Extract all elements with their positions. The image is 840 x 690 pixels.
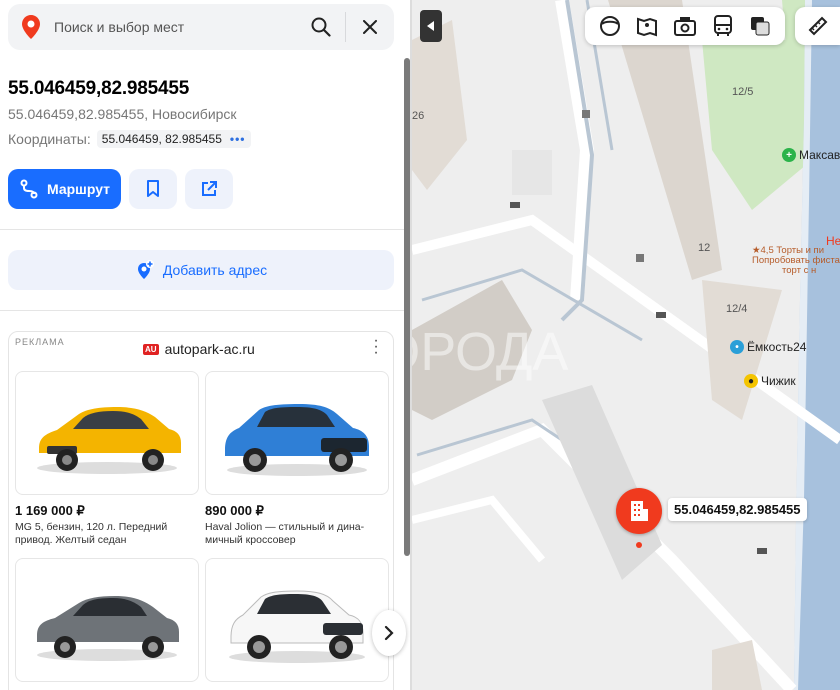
building-number: 26 bbox=[412, 110, 425, 122]
building-number: 12/4 bbox=[726, 303, 748, 315]
poi-emkost[interactable]: • Ёмкость24 bbox=[730, 340, 806, 354]
marker-label[interactable]: 55.046459,82.985455 bbox=[668, 498, 807, 521]
coordinates-value: 55.046459, 82.985455 bbox=[101, 132, 222, 146]
ad-card[interactable] bbox=[205, 558, 389, 682]
search-icon bbox=[311, 17, 331, 37]
people-icon bbox=[637, 17, 658, 37]
place-subtitle: 55.046459,82.985455, Новосибирск bbox=[8, 106, 237, 122]
ad-card[interactable] bbox=[15, 558, 199, 682]
place-panel: Поиск и выбор мест 55.046459,82.985455 5… bbox=[0, 0, 410, 690]
divider bbox=[0, 229, 405, 230]
car-image bbox=[15, 371, 199, 495]
bus-icon bbox=[713, 15, 732, 36]
route-button-label: Маршрут bbox=[46, 181, 111, 197]
ad-brand-link[interactable]: AU autopark-ac.ru bbox=[143, 341, 255, 357]
coordinates-row: Координаты: 55.046459, 82.985455 ••• bbox=[8, 130, 251, 148]
place-title: 55.046459,82.985455 bbox=[8, 78, 190, 99]
add-address-button[interactable]: Добавить адрес bbox=[8, 250, 394, 290]
poi-label: Ёмкость24 bbox=[747, 340, 807, 354]
ad-card[interactable]: 890 000 ₽ Haval Jolion — стильный и дина… bbox=[205, 371, 389, 547]
map-watermark: ГОРОДА bbox=[412, 322, 568, 382]
divider bbox=[0, 310, 405, 311]
panorama-button[interactable] bbox=[596, 12, 624, 40]
ad-card-price: 890 000 ₽ bbox=[205, 503, 264, 518]
poi-label: Чижик bbox=[761, 374, 796, 388]
poi-torty[interactable]: ★4,5 Торты и пи Попробовать фиста торт с… bbox=[752, 246, 840, 276]
collapse-panel-button[interactable] bbox=[420, 10, 442, 42]
coordinates-chip[interactable]: 55.046459, 82.985455 ••• bbox=[96, 130, 251, 148]
layers-icon bbox=[751, 17, 770, 36]
location-marker[interactable] bbox=[616, 488, 662, 534]
poi-chizhik[interactable]: ● Чижик bbox=[744, 374, 796, 388]
building-number: 12 bbox=[698, 242, 711, 254]
ad-card-price: 1 169 000 ₽ bbox=[15, 503, 85, 518]
car-image bbox=[15, 558, 199, 682]
ad-brand-logo: AU bbox=[143, 343, 159, 355]
app-root: Поиск и выбор мест 55.046459,82.985455 5… bbox=[0, 0, 840, 690]
bird-icon: ● bbox=[744, 374, 758, 388]
add-location-icon bbox=[137, 260, 154, 279]
ad-card-description: MG 5, бензин, 120 л. Передний привод. Же… bbox=[15, 521, 168, 546]
shop-icon: • bbox=[730, 340, 744, 354]
route-button[interactable]: Маршрут bbox=[8, 169, 121, 209]
ad-brand-name: autopark-ac.ru bbox=[164, 341, 255, 357]
coordinates-label: Координаты: bbox=[8, 131, 91, 147]
poi-ne[interactable]: Не bbox=[826, 234, 840, 248]
chevron-right-icon bbox=[384, 625, 394, 641]
bookmark-icon bbox=[147, 180, 159, 197]
close-icon bbox=[363, 20, 377, 34]
poi-label: Максав bbox=[799, 148, 840, 162]
ad-next-button[interactable] bbox=[372, 610, 406, 656]
building-number: 12/5 bbox=[732, 86, 754, 98]
camera-icon bbox=[673, 17, 696, 36]
ruler-button[interactable] bbox=[795, 7, 840, 45]
ad-card[interactable]: 1 169 000 ₽ MG 5, бензин, 120 л. Передни… bbox=[15, 371, 199, 547]
photo-button[interactable] bbox=[671, 12, 699, 40]
search-input[interactable]: Поиск и выбор мест bbox=[54, 19, 297, 35]
share-button[interactable] bbox=[185, 169, 233, 209]
poi-maksavit[interactable]: + Максав bbox=[782, 148, 840, 162]
chevron-left-icon bbox=[427, 21, 434, 31]
ad-card-description: Haval Jolion — стильный и дина-мичный кр… bbox=[205, 521, 365, 546]
panorama-icon bbox=[599, 16, 620, 36]
car-image bbox=[205, 371, 389, 495]
building-icon bbox=[631, 501, 648, 521]
people-button[interactable] bbox=[633, 12, 661, 40]
share-icon bbox=[202, 181, 217, 196]
coordinates-more-button[interactable]: ••• bbox=[230, 132, 246, 146]
ad-menu-icon[interactable]: · · · bbox=[371, 333, 381, 361]
map-layers-toolbar bbox=[585, 7, 785, 45]
ruler-icon bbox=[808, 16, 827, 36]
map-pin-icon bbox=[8, 15, 54, 39]
route-icon bbox=[20, 179, 38, 199]
layers-button[interactable] bbox=[746, 12, 774, 40]
ad-label: РЕКЛАМА bbox=[15, 337, 65, 347]
bookmark-button[interactable] bbox=[129, 169, 177, 209]
poi-label: торт с н bbox=[782, 265, 817, 276]
add-address-label: Добавить адрес bbox=[162, 262, 268, 278]
map-canvas[interactable]: ГОРОДА 12/5 12 12/4 26 + Максав ★4,5 Тор… bbox=[412, 0, 840, 690]
car-image bbox=[205, 558, 389, 682]
search-bar[interactable]: Поиск и выбор мест bbox=[8, 4, 394, 50]
close-button[interactable] bbox=[346, 4, 394, 50]
marker-point bbox=[636, 542, 642, 548]
search-button[interactable] bbox=[297, 4, 345, 50]
ad-block: РЕКЛАМА AU autopark-ac.ru · · · 1 169 00… bbox=[8, 331, 406, 690]
transport-button[interactable] bbox=[709, 12, 737, 40]
pharmacy-icon: + bbox=[782, 148, 796, 162]
